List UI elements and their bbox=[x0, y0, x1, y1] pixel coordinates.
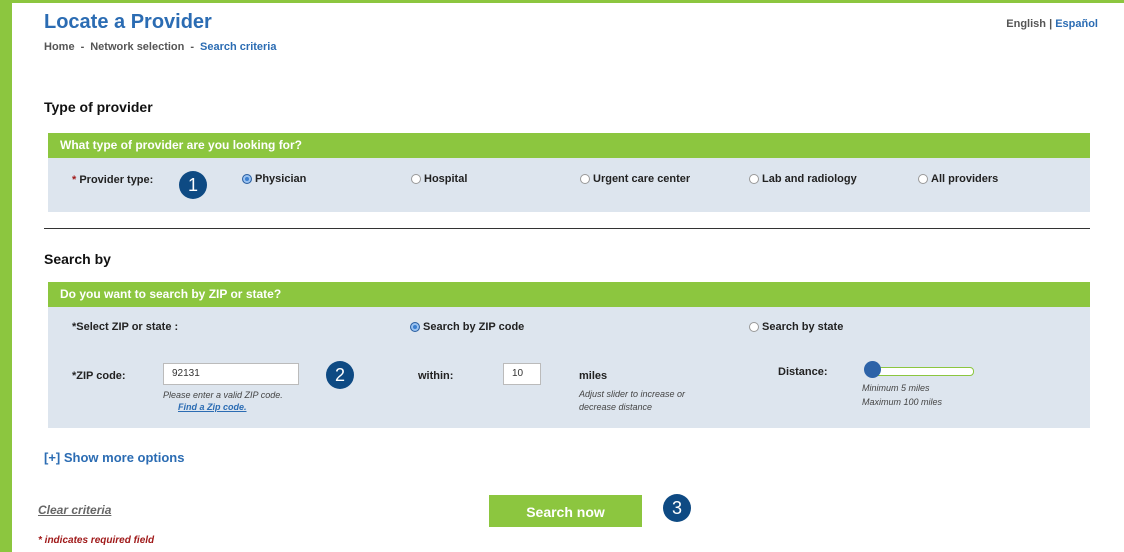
radio-dot bbox=[749, 174, 759, 184]
select-zip-or-state-label: *Select ZIP or state : bbox=[72, 321, 179, 333]
show-more-options-link[interactable]: [+] Show more options bbox=[44, 450, 184, 465]
slider-hint-line1: Adjust slider to increase or bbox=[579, 389, 686, 399]
radio-dot bbox=[749, 322, 759, 332]
provider-type-label: * Provider type: bbox=[72, 174, 154, 186]
step-badge-1: 1 bbox=[179, 171, 207, 199]
within-miles-input[interactable]: 10 bbox=[503, 363, 541, 385]
radio-dot-selected bbox=[410, 322, 420, 332]
search-section-title: Search by bbox=[44, 251, 111, 267]
lang-separator: | bbox=[1049, 18, 1053, 30]
radio-hospital[interactable]: Hospital bbox=[411, 173, 467, 185]
radio-dot bbox=[411, 174, 421, 184]
distance-slider-thumb[interactable] bbox=[864, 361, 881, 378]
top-accent-bar bbox=[12, 0, 1124, 3]
slider-hint-line2: decrease distance bbox=[579, 402, 653, 412]
breadcrumb-search-criteria[interactable]: Search criteria bbox=[200, 41, 276, 53]
find-zip-link[interactable]: Find a Zip code. bbox=[178, 402, 247, 412]
provider-panel-header: What type of provider are you looking fo… bbox=[48, 133, 1090, 158]
search-panel-header: Do you want to search by ZIP or state? bbox=[48, 282, 1090, 307]
radio-search-by-state[interactable]: Search by state bbox=[749, 321, 843, 333]
required-field-note: * indicates required field bbox=[38, 535, 155, 546]
breadcrumb-home[interactable]: Home bbox=[44, 41, 75, 53]
search-now-button[interactable]: Search now bbox=[489, 495, 642, 527]
radio-urgent-care-center[interactable]: Urgent care center bbox=[580, 173, 690, 185]
distance-max-text: Maximum 100 miles bbox=[862, 397, 943, 407]
section-divider bbox=[44, 228, 1090, 229]
miles-label: miles bbox=[579, 370, 608, 382]
lang-english-link[interactable]: English bbox=[1006, 18, 1046, 30]
radio-dot bbox=[580, 174, 590, 184]
zip-code-input[interactable]: 92131 bbox=[163, 363, 299, 385]
radio-search-by-zip[interactable]: Search by ZIP code bbox=[410, 321, 524, 333]
radio-dot-selected bbox=[242, 174, 252, 184]
breadcrumb-network-selection[interactable]: Network selection bbox=[90, 41, 184, 53]
distance-slider-track[interactable] bbox=[872, 367, 974, 376]
breadcrumb-separator: - bbox=[80, 41, 85, 53]
language-switcher: English | Español bbox=[1006, 18, 1098, 30]
breadcrumb-separator: - bbox=[190, 41, 195, 53]
radio-physician[interactable]: Physician bbox=[242, 173, 306, 185]
within-label: within: bbox=[418, 370, 454, 382]
page-title: Locate a Provider bbox=[44, 11, 212, 33]
distance-label: Distance: bbox=[778, 366, 828, 378]
provider-section-title: Type of provider bbox=[44, 99, 153, 115]
clear-criteria-link[interactable]: Clear criteria bbox=[38, 503, 111, 517]
breadcrumb: Home - Network selection - Search criteria bbox=[44, 41, 276, 53]
step-badge-2: 2 bbox=[326, 361, 354, 389]
radio-all-providers[interactable]: All providers bbox=[918, 173, 998, 185]
distance-min-text: Minimum 5 miles bbox=[862, 383, 930, 393]
zip-hint: Please enter a valid ZIP code. bbox=[163, 390, 283, 400]
required-mark: * bbox=[72, 174, 77, 186]
left-accent-bar bbox=[0, 0, 12, 552]
radio-lab-and-radiology[interactable]: Lab and radiology bbox=[749, 173, 857, 185]
radio-dot bbox=[918, 174, 928, 184]
lang-spanish-link[interactable]: Español bbox=[1055, 18, 1098, 30]
step-badge-3: 3 bbox=[663, 494, 691, 522]
zip-code-label: *ZIP code: bbox=[72, 370, 126, 382]
